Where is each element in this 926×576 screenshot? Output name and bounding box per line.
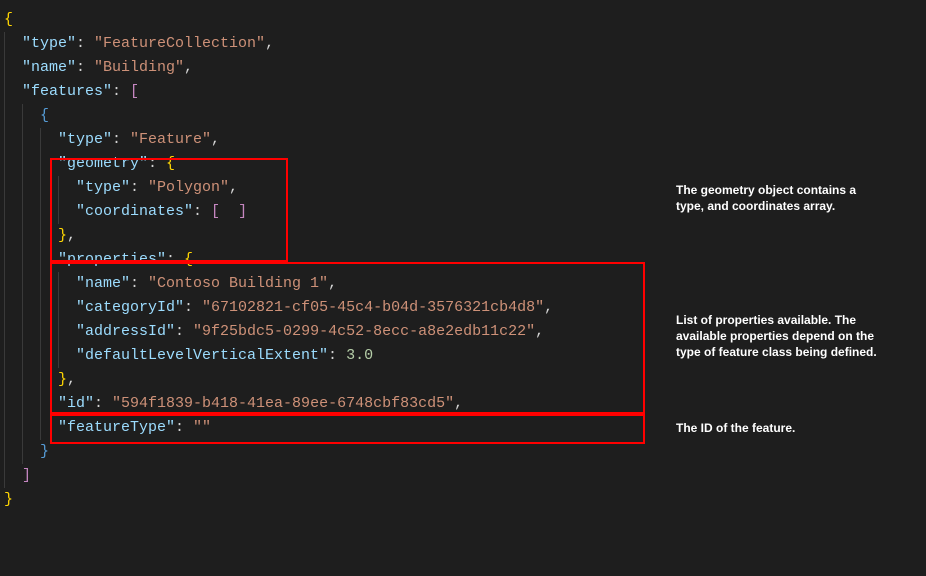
code-line: "name": "Contoso Building 1", [4,272,922,296]
code-block: { "type": "FeatureCollection", "name": "… [0,0,926,520]
code-line: "type": "Feature", [4,128,922,152]
json-string: "594f1839-b418-41ea-89ee-6748cbf83cd5" [112,395,454,412]
code-line: "geometry": { [4,152,922,176]
code-line: "name": "Building", [4,56,922,80]
code-line: }, [4,368,922,392]
json-string: "9f25bdc5-0299-4c52-8ecc-a8e2edb11c22" [193,323,535,340]
annotation-id: The ID of the feature. [676,420,886,436]
code-line: "id": "594f1839-b418-41ea-89ee-6748cbf83… [4,392,922,416]
code-line: { [4,104,922,128]
json-key: "coordinates" [76,203,193,220]
annotation-geometry: The geometry object contains a type, and… [676,182,886,214]
json-key: "properties" [58,251,166,268]
code-line: "type": "FeatureCollection", [4,32,922,56]
code-line: "properties": { [4,248,922,272]
json-string: "" [193,419,211,436]
json-key: "features" [22,83,112,100]
json-key: "name" [22,59,76,76]
json-key: "id" [58,395,94,412]
json-number: 3.0 [346,347,373,364]
json-string: "67102821-cf05-45c4-b04d-3576321cb4d8" [202,299,544,316]
json-string: "Polygon" [148,179,229,196]
json-string: "Contoso Building 1" [148,275,328,292]
json-key: "defaultLevelVerticalExtent" [76,347,328,364]
json-key: "geometry" [58,155,148,172]
json-key: "addressId" [76,323,175,340]
code-line: }, [4,224,922,248]
code-line: "features": [ [4,80,922,104]
json-key: "featureType" [58,419,175,436]
code-line: } [4,440,922,464]
json-string: "Building" [94,59,184,76]
json-key: "type" [58,131,112,148]
json-key: "categoryId" [76,299,184,316]
json-key: "name" [76,275,130,292]
json-string: "FeatureCollection" [94,35,265,52]
json-key: "type" [22,35,76,52]
annotation-properties: List of properties available. The availa… [676,312,886,361]
code-line: ] [4,464,922,488]
json-key: "type" [76,179,130,196]
json-string: "Feature" [130,131,211,148]
code-line: } [4,488,922,512]
code-line: { [4,8,922,32]
